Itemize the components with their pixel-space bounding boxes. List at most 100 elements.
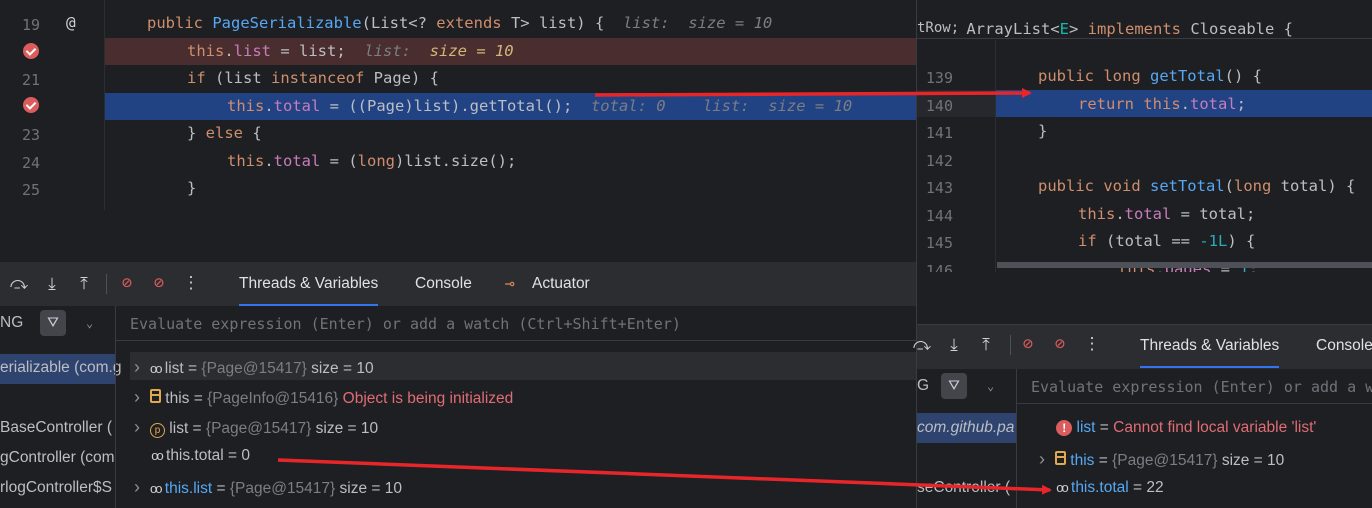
code-token: this bbox=[227, 96, 265, 115]
frame-item[interactable]: seController ( bbox=[917, 479, 1010, 497]
filter-icon[interactable]: ⛛ bbox=[941, 373, 967, 399]
frame-item[interactable]: rlogController$S bbox=[0, 479, 112, 497]
variable-name: this.total bbox=[1066, 479, 1129, 496]
tab-console[interactable]: Console bbox=[415, 275, 472, 293]
variable-value: size = 10 bbox=[1221, 452, 1285, 469]
code-token: this bbox=[1078, 204, 1116, 223]
chevron-down-icon[interactable]: ⌄ bbox=[86, 316, 93, 330]
code-token: extends bbox=[436, 14, 511, 32]
more-options-icon[interactable]: ⋮ bbox=[1081, 334, 1103, 354]
debug-toolbar: ⤼ ⤓ ⤒ ⊘ ⊘ ⋮ Threads & Variables Console bbox=[913, 325, 1372, 369]
code-token: return this bbox=[1078, 94, 1181, 113]
tab-actuator[interactable]: Actuator bbox=[532, 275, 590, 293]
step-over-icon[interactable]: ⤼ bbox=[8, 274, 30, 294]
variable-value: Object is being initialized bbox=[342, 390, 514, 407]
expand-chevron-icon[interactable]: › bbox=[134, 387, 150, 407]
debug-toolbar: ⤼ ⤓ ⤒ ⊘ ⊘ ⋮ Threads & Variables Console … bbox=[0, 262, 916, 306]
view-breakpoints-icon[interactable]: ⊘ bbox=[1017, 334, 1039, 354]
code-token: ( bbox=[1224, 177, 1234, 195]
code-line[interactable]: if (total == -1L) { bbox=[1078, 232, 1255, 250]
step-into-icon[interactable]: ⤓ bbox=[943, 335, 965, 355]
breakpoint-icon[interactable] bbox=[23, 43, 39, 59]
code-line[interactable]: this.list = list; list: size = 10 bbox=[187, 42, 514, 60]
line-number: 24 bbox=[21, 153, 40, 172]
evaluate-bar[interactable]: Evaluate expression (Enter) or add a w bbox=[1017, 369, 1372, 404]
mute-breakpoints-icon[interactable]: ⊘ bbox=[148, 273, 170, 293]
evaluate-input[interactable]: Evaluate expression (Enter) or add a wat… bbox=[130, 315, 681, 333]
code-line[interactable]: this.total = ((Page)list).getTotal(); to… bbox=[227, 97, 852, 115]
chevron-down-icon[interactable]: ⌄ bbox=[987, 379, 994, 393]
variable-row[interactable]: › oo this.list = {Page@15417} size = 10 bbox=[134, 477, 402, 498]
equals-sign: = bbox=[189, 390, 208, 407]
code-line[interactable]: return this.total; bbox=[1078, 95, 1246, 113]
evaluate-input[interactable]: Evaluate expression (Enter) or add a w bbox=[1031, 378, 1372, 396]
code-token: )list.size(); bbox=[395, 151, 517, 170]
step-out-icon[interactable]: ⤒ bbox=[73, 274, 95, 294]
code-line[interactable]: public PageSerializable(List<? extends T… bbox=[147, 14, 772, 32]
code-line[interactable]: this.total = (long)list.size(); bbox=[227, 152, 516, 170]
frame-item[interactable]: erializable (com.g bbox=[0, 359, 121, 377]
variable-value: Cannot find local variable 'list' bbox=[1113, 419, 1317, 436]
breakpoint-icon[interactable] bbox=[23, 97, 39, 113]
code-line[interactable]: } bbox=[1038, 122, 1047, 140]
code-token: Page) { bbox=[373, 69, 439, 87]
code-line[interactable]: public long getTotal() { bbox=[1038, 67, 1262, 85]
watch-glasses-icon: oo bbox=[1056, 480, 1069, 495]
variable-row[interactable]: › this = {PageInfo@15416} Object is bein… bbox=[134, 387, 513, 408]
code-token: } bbox=[1038, 122, 1048, 140]
tab-console[interactable]: Console bbox=[1316, 337, 1372, 355]
code-line[interactable]: } bbox=[187, 179, 196, 197]
variable-value: size = 10 bbox=[339, 480, 403, 497]
more-options-icon[interactable]: ⋮ bbox=[180, 273, 202, 293]
tab-threads-variables[interactable]: Threads & Variables bbox=[239, 275, 379, 306]
step-out-icon[interactable]: ⤒ bbox=[975, 335, 997, 355]
step-into-icon[interactable]: ⤓ bbox=[41, 274, 63, 294]
expand-chevron-icon[interactable]: › bbox=[134, 417, 150, 437]
expand-chevron-icon[interactable]: › bbox=[134, 357, 150, 377]
filter-icon[interactable]: ⛛ bbox=[40, 310, 66, 336]
line-number: 139 bbox=[925, 69, 953, 87]
expand-chevron-icon[interactable]: › bbox=[134, 477, 150, 497]
left-code-editor[interactable]: @ 19 public PageSerializable(List<? exten… bbox=[0, 0, 916, 210]
evaluate-bar[interactable]: Evaluate expression (Enter) or add a wat… bbox=[116, 306, 916, 341]
code-token: . bbox=[224, 41, 234, 60]
line-number: 145 bbox=[925, 234, 953, 252]
horizontal-scrollbar[interactable] bbox=[997, 262, 1372, 268]
code-line[interactable]: this.total = total; bbox=[1078, 205, 1255, 223]
code-token: public void bbox=[1038, 177, 1150, 195]
mute-breakpoints-icon[interactable]: ⊘ bbox=[1049, 334, 1071, 354]
tab-threads-variables[interactable]: Threads & Variables bbox=[1140, 337, 1280, 368]
variable-row[interactable]: oo this.total = 0 bbox=[134, 447, 250, 465]
variable-name: this.total bbox=[161, 447, 224, 464]
frame-item[interactable]: BaseController ( bbox=[0, 419, 112, 437]
error-icon: ! bbox=[1056, 420, 1073, 436]
variable-row[interactable]: › p list = {Page@15417} size = 10 bbox=[134, 417, 378, 438]
code-line[interactable]: public void setTotal(long total) { bbox=[1038, 177, 1355, 195]
line-number: 21 bbox=[21, 71, 40, 89]
code-token: setTotal bbox=[1149, 177, 1225, 195]
code-token: total bbox=[1124, 204, 1172, 223]
variable-row[interactable]: › oo list = {Page@15417} size = 10 bbox=[134, 357, 374, 378]
step-over-icon[interactable]: ⤼ bbox=[911, 335, 933, 355]
view-breakpoints-icon[interactable]: ⊘ bbox=[116, 273, 138, 293]
right-code-editor[interactable]: ArrayList<E> implements Closeable { tRow… bbox=[916, 0, 1372, 272]
code-token: list: size = 10 bbox=[622, 14, 773, 32]
debug-panel-right: ⤼ ⤓ ⤒ ⊘ ⊘ ⋮ Threads & Variables Console … bbox=[913, 272, 1372, 508]
line-number: 142 bbox=[925, 151, 953, 170]
expand-chevron-icon[interactable]: › bbox=[1039, 449, 1055, 469]
code-token: = list; bbox=[271, 41, 365, 60]
variable-row[interactable]: ! list = Cannot find local variable 'lis… bbox=[1039, 419, 1316, 437]
code-line[interactable]: } else { bbox=[187, 124, 262, 142]
frame-item[interactable]: com.github.pa bbox=[917, 419, 1014, 437]
variable-row[interactable]: oo this.total = 22 bbox=[1039, 479, 1163, 497]
equals-sign: = bbox=[1128, 479, 1147, 496]
variable-value: size = 10 bbox=[315, 420, 379, 437]
variable-row[interactable]: › this = {Page@15417} size = 10 bbox=[1039, 449, 1284, 470]
code-line[interactable]: if (list instanceof Page) { bbox=[187, 69, 439, 87]
variable-name: list bbox=[1072, 419, 1096, 436]
frame-item[interactable]: gController (com bbox=[0, 449, 115, 467]
code-token: { bbox=[252, 124, 262, 142]
sticky-header: ArrayList<E> implements Closeable { bbox=[966, 20, 1293, 38]
code-token: list bbox=[233, 41, 271, 60]
